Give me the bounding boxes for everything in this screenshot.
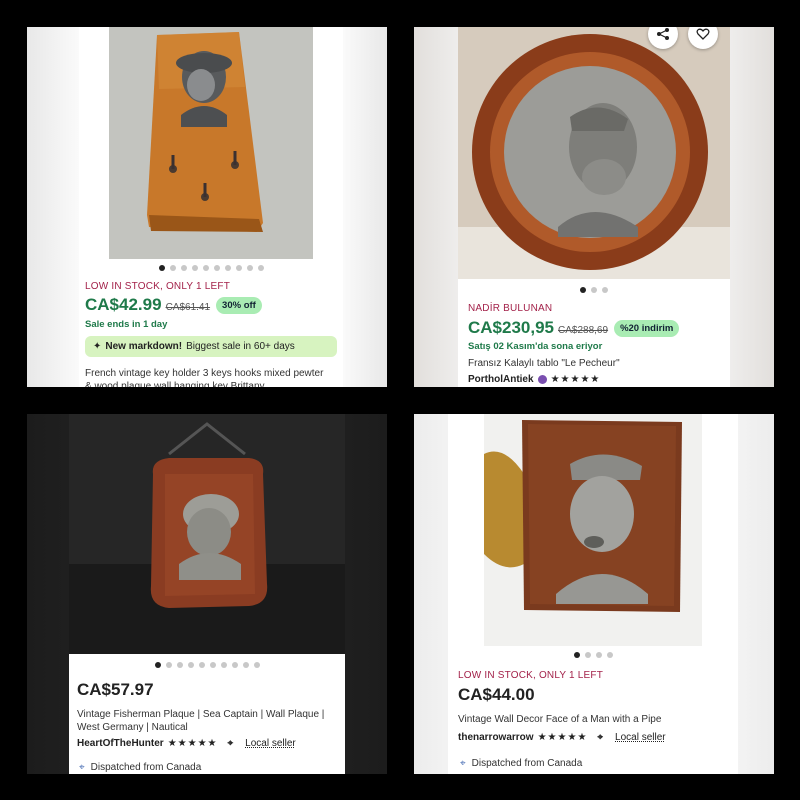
local-seller-link[interactable]: Local seller (615, 732, 666, 743)
price: CA$44.00 (458, 685, 535, 704)
carousel-dot[interactable] (591, 287, 597, 293)
listing-card[interactable]: NADİR BULUNAN CA$230,95 CA$288,69 %20 indi… (458, 27, 730, 387)
shipping-text: Dispatched from Canada (471, 758, 583, 769)
image-carousel-dots[interactable] (69, 662, 345, 668)
carousel-dot[interactable] (220, 662, 227, 668)
heart-icon (696, 28, 710, 40)
round-plaque-photo (458, 27, 730, 279)
image-carousel-dots[interactable] (79, 265, 343, 271)
shipping-row: ⌖ Dispatched from Canada (79, 762, 201, 773)
price-value: CA$42.99 (85, 295, 162, 314)
seller-name[interactable]: PortholAntiek (468, 374, 534, 385)
rating-stars: ★★★★★ (550, 374, 601, 385)
carousel-dot[interactable] (246, 265, 253, 271)
carousel-dot[interactable] (191, 265, 198, 271)
rating-stars: ★★★★★ (167, 738, 218, 749)
markdown-text: Biggest sale in 60+ days (186, 341, 295, 352)
sale-price: CA$42.99 CA$61.41 30% off (85, 295, 262, 315)
listing-title[interactable]: French vintage key holder 3 keys hooks m… (85, 367, 325, 387)
carousel-dot[interactable] (573, 652, 580, 658)
carousel-dot[interactable] (187, 662, 194, 668)
carousel-dot[interactable] (602, 287, 608, 293)
image-carousel-dots[interactable] (458, 287, 730, 293)
listing-photo[interactable] (69, 414, 345, 654)
listing-photo[interactable] (109, 27, 313, 259)
carousel-dot[interactable] (176, 662, 183, 668)
rating-stars: ★★★★★ (537, 732, 588, 743)
listing-card[interactable]: CA$57.97 Vintage Fisherman Plaque | Sea … (69, 414, 345, 774)
right-backdrop (343, 27, 387, 387)
carousel-dot[interactable] (154, 662, 161, 668)
listing-card[interactable]: LOW IN STOCK, ONLY 1 LEFT CA$44.00 Vinta… (448, 414, 738, 774)
location-pin-icon: ⌖ (460, 758, 466, 769)
seller-name[interactable]: thenarrowarrow (458, 732, 534, 743)
stock-status: LOW IN STOCK, ONLY 1 LEFT (458, 670, 604, 681)
carousel-dot[interactable] (169, 265, 176, 271)
listing-panel-2: NADİR BULUNAN CA$230,95 CA$288,69 %20 indi… (414, 27, 774, 387)
listing-photo[interactable] (458, 27, 730, 279)
key-holder-photo (109, 27, 313, 259)
carousel-dot[interactable] (224, 265, 231, 271)
stock-status: NADİR BULUNAN (468, 303, 553, 314)
seller-name[interactable]: HeartOfTheHunter (77, 738, 164, 749)
discount-badge: %20 indirim (614, 320, 680, 338)
shipping-row: ⌖ Dispatched from Canada (460, 758, 582, 769)
pipe-man-plaque-photo (484, 414, 702, 646)
listing-panel-1: LOW IN STOCK, ONLY 1 LEFT CA$42.99 CA$61.… (27, 27, 387, 387)
seller-row[interactable]: thenarrowarrow ★★★★★ ⌖ Local seller (458, 732, 666, 743)
listing-title[interactable]: Vintage Wall Decor Face of a Man with a … (458, 713, 728, 726)
carousel-dot[interactable] (213, 265, 220, 271)
carousel-dot[interactable] (242, 662, 249, 668)
listing-panel-3: CA$57.97 Vintage Fisherman Plaque | Sea … (27, 414, 387, 774)
listing-panel-4: LOW IN STOCK, ONLY 1 LEFT CA$44.00 Vinta… (414, 414, 774, 774)
image-carousel-dots[interactable] (448, 652, 738, 658)
fisherman-plaque-photo (69, 414, 345, 654)
local-seller-link[interactable]: Local seller (245, 738, 296, 749)
markdown-label: New markdown! (105, 341, 183, 352)
carousel-dot[interactable] (231, 662, 238, 668)
seller-row[interactable]: HeartOfTheHunter ★★★★★ ⌖ Local seller (77, 738, 296, 749)
sparkle-icon: ✦ (93, 341, 102, 352)
carousel-dot[interactable] (202, 265, 209, 271)
carousel-dot[interactable] (180, 265, 187, 271)
original-price: CA$61.41 (165, 302, 211, 313)
original-price: CA$288,69 (558, 325, 609, 336)
location-pin-icon: ⌖ (597, 732, 604, 743)
location-pin-icon: ⌖ (79, 762, 85, 773)
carousel-dot[interactable] (606, 652, 613, 658)
sale-ends-text: Satış 02 Kasım'da sona eriyor (468, 341, 603, 352)
price: CA$57.97 (77, 680, 154, 699)
carousel-dot[interactable] (198, 662, 205, 668)
carousel-dot[interactable] (595, 652, 602, 658)
share-icon (657, 28, 669, 40)
listing-card[interactable]: LOW IN STOCK, ONLY 1 LEFT CA$42.99 CA$61.… (79, 27, 343, 387)
carousel-dot[interactable] (158, 265, 165, 271)
sale-ends-text: Sale ends in 1 day (85, 319, 168, 330)
price-value: CA$230,95 (468, 318, 555, 337)
shipping-text: Dispatched from Canada (90, 762, 202, 773)
listing-title[interactable]: Fransız Kalaylı tablo "Le Pecheur" (468, 357, 718, 370)
left-backdrop (27, 27, 79, 387)
location-pin-icon: ⌖ (227, 738, 234, 749)
stock-status: LOW IN STOCK, ONLY 1 LEFT (85, 281, 231, 292)
star-seller-badge-icon (537, 375, 547, 384)
carousel-dot[interactable] (584, 652, 591, 658)
sale-price: CA$230,95 CA$288,69 %20 indirim (468, 318, 680, 338)
carousel-dot[interactable] (235, 265, 242, 271)
discount-badge: 30% off (216, 297, 262, 315)
carousel-dot[interactable] (580, 287, 586, 293)
listing-photo[interactable] (484, 414, 702, 646)
seller-row[interactable]: PortholAntiek ★★★★★ (468, 374, 600, 385)
carousel-dot[interactable] (209, 662, 216, 668)
carousel-dot[interactable] (257, 265, 264, 271)
markdown-banner: ✦ New markdown! Biggest sale in 60+ days (85, 336, 337, 357)
listing-title[interactable]: Vintage Fisherman Plaque | Sea Captain |… (77, 708, 339, 734)
carousel-dot[interactable] (253, 662, 260, 668)
carousel-dot[interactable] (165, 662, 172, 668)
